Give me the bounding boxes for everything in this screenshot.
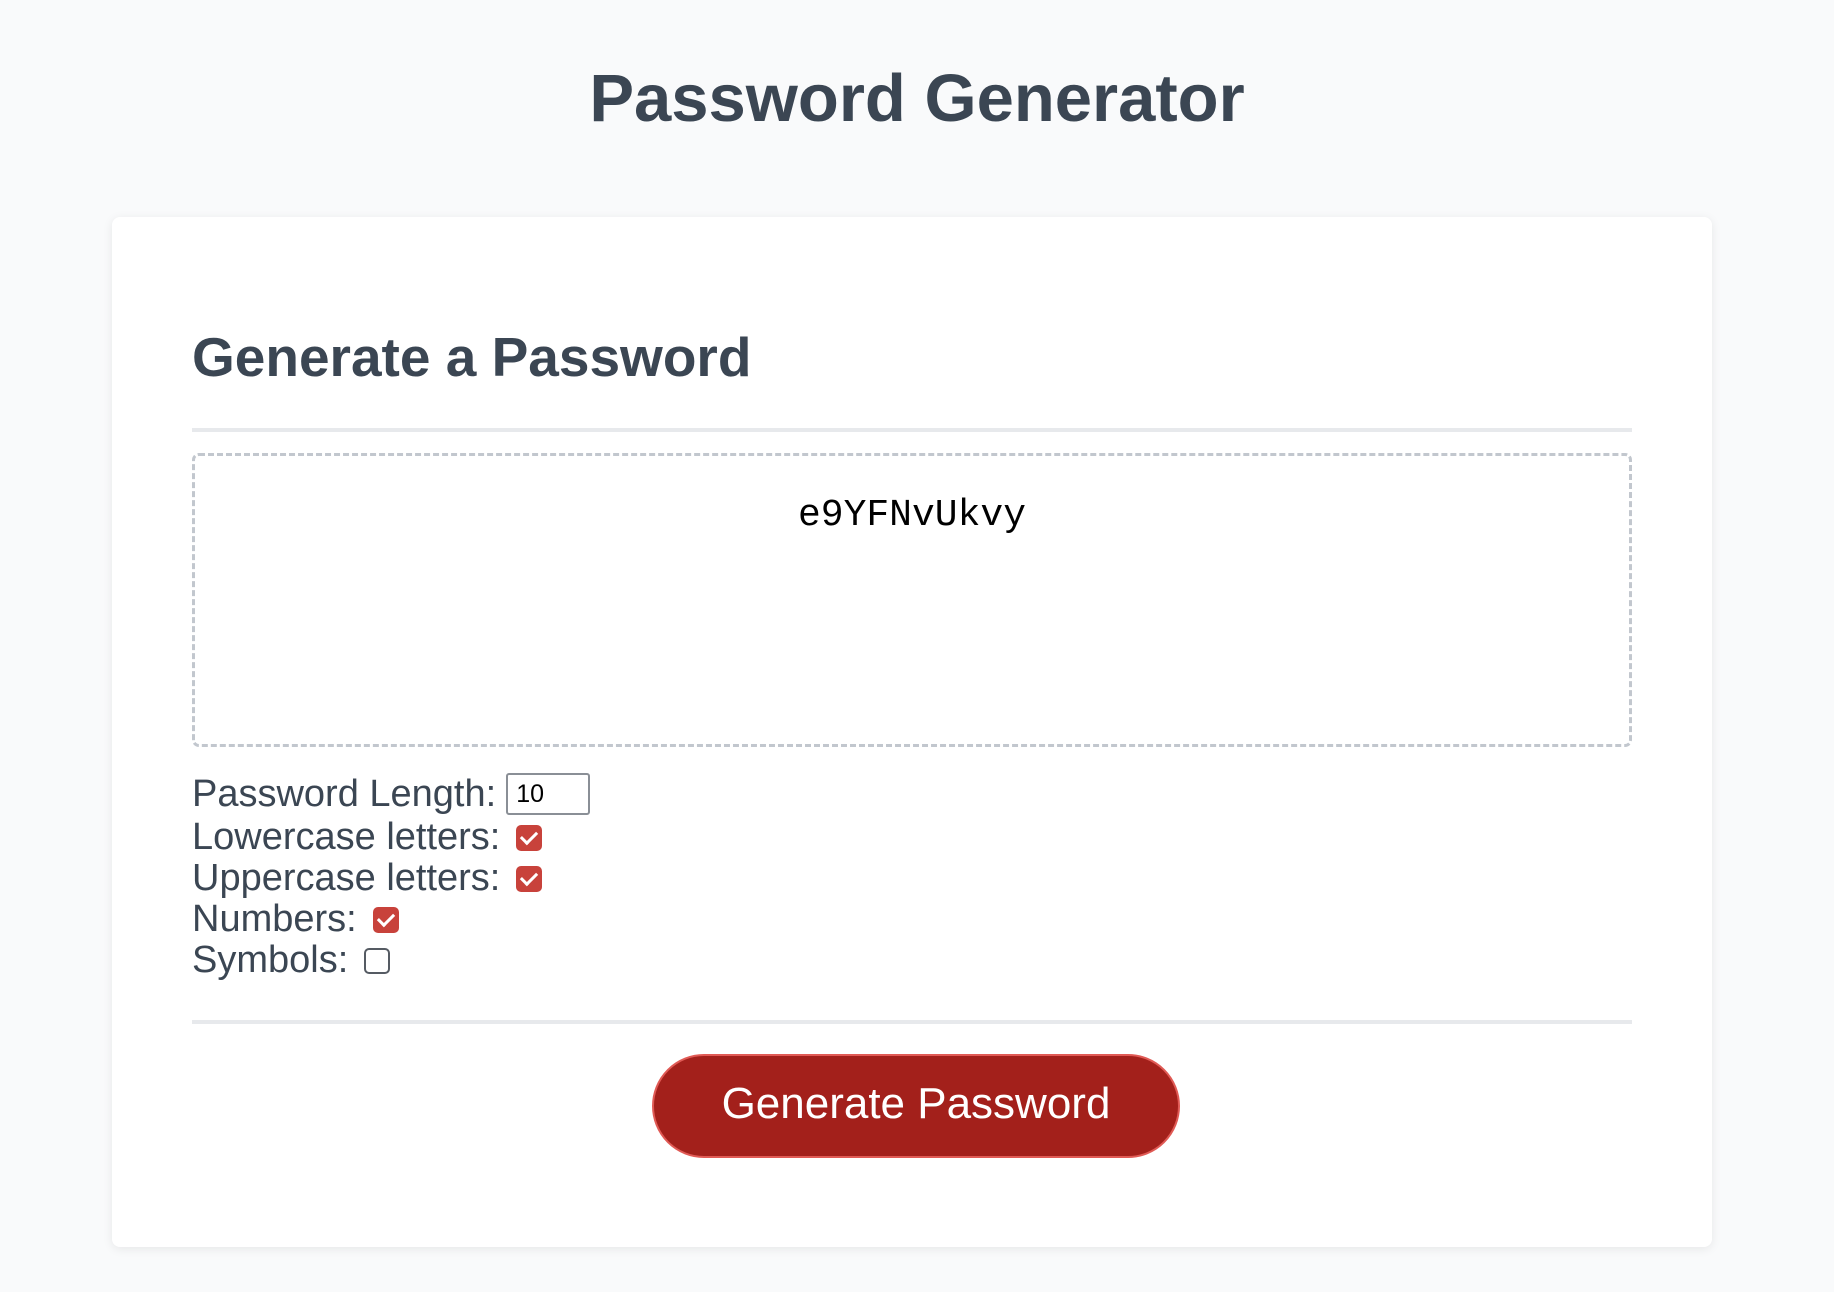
bottom-divider [192,1020,1632,1024]
symbols-label: Symbols: [192,939,349,981]
top-divider [192,428,1632,432]
length-label: Password Length: [192,772,497,815]
generate-password-button[interactable]: Generate Password [652,1054,1180,1158]
numbers-label: Numbers: [192,898,357,940]
generator-card: Generate a Password e9YFNvUkvy Password … [112,217,1712,1247]
symbols-checkbox[interactable] [364,947,391,974]
password-text: e9YFNvUkvy [797,494,1027,537]
numbers-checkbox[interactable] [372,906,399,933]
uppercase-row: Uppercase letters: [192,858,590,899]
uppercase-checkbox[interactable] [516,865,543,892]
lowercase-label: Lowercase letters: [192,816,501,858]
length-row: Password Length: [192,771,591,817]
password-display[interactable]: e9YFNvUkvy [192,453,1632,747]
numbers-row: Numbers: [192,899,590,940]
page-title: Password Generator [589,61,1245,136]
options-form: Password Length: Lowercase letters: Uppe… [192,771,591,981]
length-input[interactable] [506,773,591,815]
card-header: Generate a Password [192,326,752,388]
lowercase-row: Lowercase letters: [192,817,590,858]
lowercase-checkbox[interactable] [516,824,543,851]
uppercase-label: Uppercase letters: [192,857,501,899]
symbols-row: Symbols: [192,940,590,981]
